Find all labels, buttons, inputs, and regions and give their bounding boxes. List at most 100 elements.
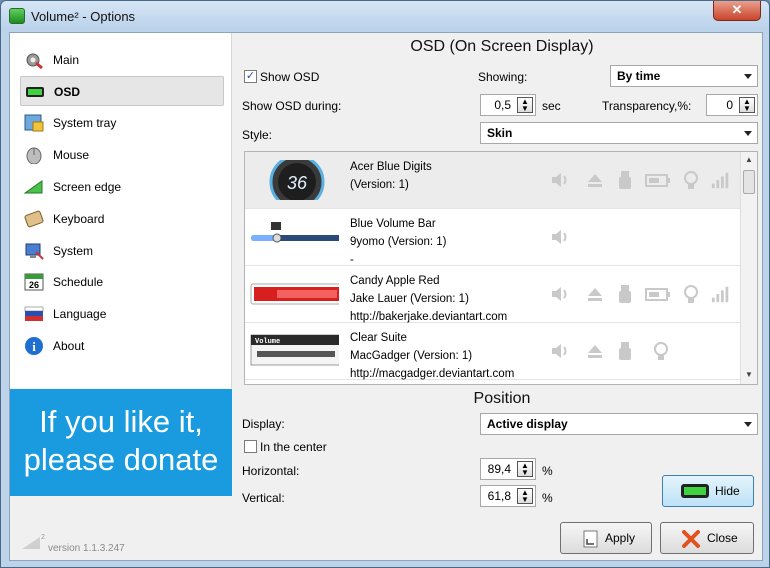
battery-icon [645, 288, 670, 301]
skin-thumbnail [250, 283, 339, 305]
sidebar-item-label: OSD [54, 85, 81, 99]
sidebar: Main OSD System tray Mouse Screen edge K… [10, 33, 232, 388]
volume-logo-icon: 2 [22, 534, 45, 549]
apply-icon [583, 530, 598, 548]
title-bar[interactable]: Volume² - Options ✕ [1, 1, 769, 31]
spin-arrows-icon[interactable]: ▲ ▼ [517, 97, 533, 113]
close-label: Close [707, 531, 738, 545]
list-item[interactable]: Blue Volume Bar 9yomo (Version: 1) - [245, 209, 740, 266]
spin-arrows-icon[interactable]: ▲ ▼ [517, 461, 533, 477]
scroll-thumb[interactable] [743, 170, 755, 194]
speaker-icon [552, 173, 567, 187]
sidebar-item-system[interactable]: System [20, 236, 224, 266]
keyboard-icon [24, 210, 44, 228]
horizontal-spinner[interactable]: 89,4 ▲ ▼ [480, 458, 536, 480]
skin-info: Candy Apple Red Jake Lauer (Version: 1) ht… [350, 275, 508, 323]
showing-select[interactable]: By time [610, 65, 758, 87]
sidebar-item-label: Schedule [53, 275, 104, 289]
sidebar-item-schedule[interactable]: 26 Schedule [20, 267, 224, 297]
apply-button[interactable]: Apply [560, 522, 652, 554]
center-label: In the center [260, 440, 327, 454]
vertical-percent: % [542, 491, 553, 505]
show-osd-checkbox[interactable]: ✓ [244, 70, 257, 83]
sidebar-item-label: Language [53, 307, 107, 321]
skin-thumbnail: Volume [250, 334, 339, 366]
scroll-down-icon[interactable]: ▼ [743, 368, 755, 382]
scroll-up-icon[interactable]: ▲ [743, 153, 755, 167]
skin-list[interactable]: 36 Acer Blue Digits (Version: 1) Blue Vol… [244, 151, 758, 385]
sidebar-item-osd[interactable]: OSD [20, 76, 224, 106]
lightbulb-icon [684, 285, 698, 303]
list-item[interactable]: Candy Apple Red Jake Lauer (Version: 1) ht… [245, 266, 740, 323]
signal-bars-icon [711, 172, 729, 189]
show-during-label: Show OSD during: [242, 99, 342, 113]
window-close-button[interactable]: ✕ [713, 1, 761, 21]
list-item[interactable]: Volume Clear Suite MacGadger (Version: 1)… [245, 323, 740, 380]
list-item[interactable]: 36 Acer Blue Digits (Version: 1) [245, 152, 740, 209]
client-area: Main OSD System tray Mouse Screen edge K… [9, 32, 763, 561]
sidebar-item-language[interactable]: Language [20, 299, 224, 329]
chevron-down-icon [744, 131, 752, 136]
svg-text:i: i [32, 339, 36, 354]
display-select[interactable]: Active display [480, 413, 758, 435]
mouse-icon [26, 147, 42, 164]
transparency-label: Transparency,%: [602, 99, 692, 113]
window-title: Volume² - Options [31, 9, 136, 24]
donate-banner[interactable]: If you like it, please donate [10, 389, 232, 496]
flag-icon [24, 306, 44, 321]
sidebar-item-label: Screen edge [53, 180, 122, 194]
options-window: Volume² - Options ✕ Main OSD System tray… [0, 0, 770, 568]
usb-icon [619, 285, 631, 303]
skin-info: Blue Volume Bar 9yomo (Version: 1) - [350, 218, 447, 266]
usb-icon [619, 171, 631, 189]
hide-label: Hide [715, 484, 740, 498]
skin-thumbnail: 36 [269, 160, 325, 200]
lightbulb-icon [654, 342, 668, 360]
osd-bar-icon [26, 87, 44, 97]
system-icon [25, 243, 44, 260]
sidebar-item-keyboard[interactable]: Keyboard [20, 204, 224, 234]
hide-button[interactable]: Hide [662, 475, 754, 507]
svg-text:36: 36 [287, 173, 308, 193]
app-icon [9, 8, 25, 24]
sidebar-item-label: Mouse [53, 148, 90, 162]
center-checkbox[interactable] [244, 440, 257, 453]
sidebar-item-label: System [53, 244, 94, 258]
gear-icon [26, 53, 43, 69]
sidebar-item-system-tray[interactable]: System tray [20, 108, 224, 138]
sidebar-item-main[interactable]: Main [20, 45, 224, 75]
eject-icon [588, 288, 602, 301]
transparency-spinner[interactable]: 0 ▲ ▼ [706, 94, 758, 116]
sidebar-item-label: System tray [53, 116, 117, 130]
usb-icon [619, 342, 631, 360]
eject-icon [588, 345, 602, 358]
sidebar-item-about[interactable]: i About [20, 331, 224, 361]
sidebar-item-screen-edge[interactable]: Screen edge [20, 172, 224, 202]
skin-info: Acer Blue Digits (Version: 1) [350, 161, 432, 191]
show-during-spinner[interactable]: 0,5 ▲ ▼ [480, 94, 536, 116]
style-select[interactable]: Skin [480, 122, 758, 144]
speaker-icon [552, 230, 567, 244]
style-label: Style: [242, 128, 273, 142]
screen-edge-icon [24, 180, 43, 194]
tray-icon [24, 114, 44, 132]
spin-arrows-icon[interactable]: ▲ ▼ [517, 488, 533, 504]
sidebar-item-mouse[interactable]: Mouse [20, 140, 224, 170]
skin-thumbnail [251, 222, 339, 243]
vertical-spinner[interactable]: 61,8 ▲ ▼ [480, 485, 536, 507]
calendar-day: 26 [29, 280, 39, 290]
horizontal-label: Horizontal: [242, 464, 300, 478]
svg-text:2: 2 [41, 534, 45, 541]
close-button[interactable]: Close [660, 522, 754, 554]
eject-icon [588, 174, 602, 187]
sidebar-item-label: Keyboard [53, 212, 105, 226]
osd-settings-panel: OSD (On Screen Display) ✓ Show OSD Showi… [240, 33, 764, 562]
vertical-label: Vertical: [242, 491, 285, 505]
speaker-icon [552, 287, 567, 301]
spin-arrows-icon[interactable]: ▲ ▼ [739, 97, 755, 113]
skin-list-scrollbar[interactable]: ▲ ▼ [740, 152, 757, 384]
apply-label: Apply [605, 531, 636, 545]
info-icon: i [25, 337, 43, 355]
sec-label: sec [542, 99, 561, 113]
showing-label: Showing: [478, 70, 528, 84]
